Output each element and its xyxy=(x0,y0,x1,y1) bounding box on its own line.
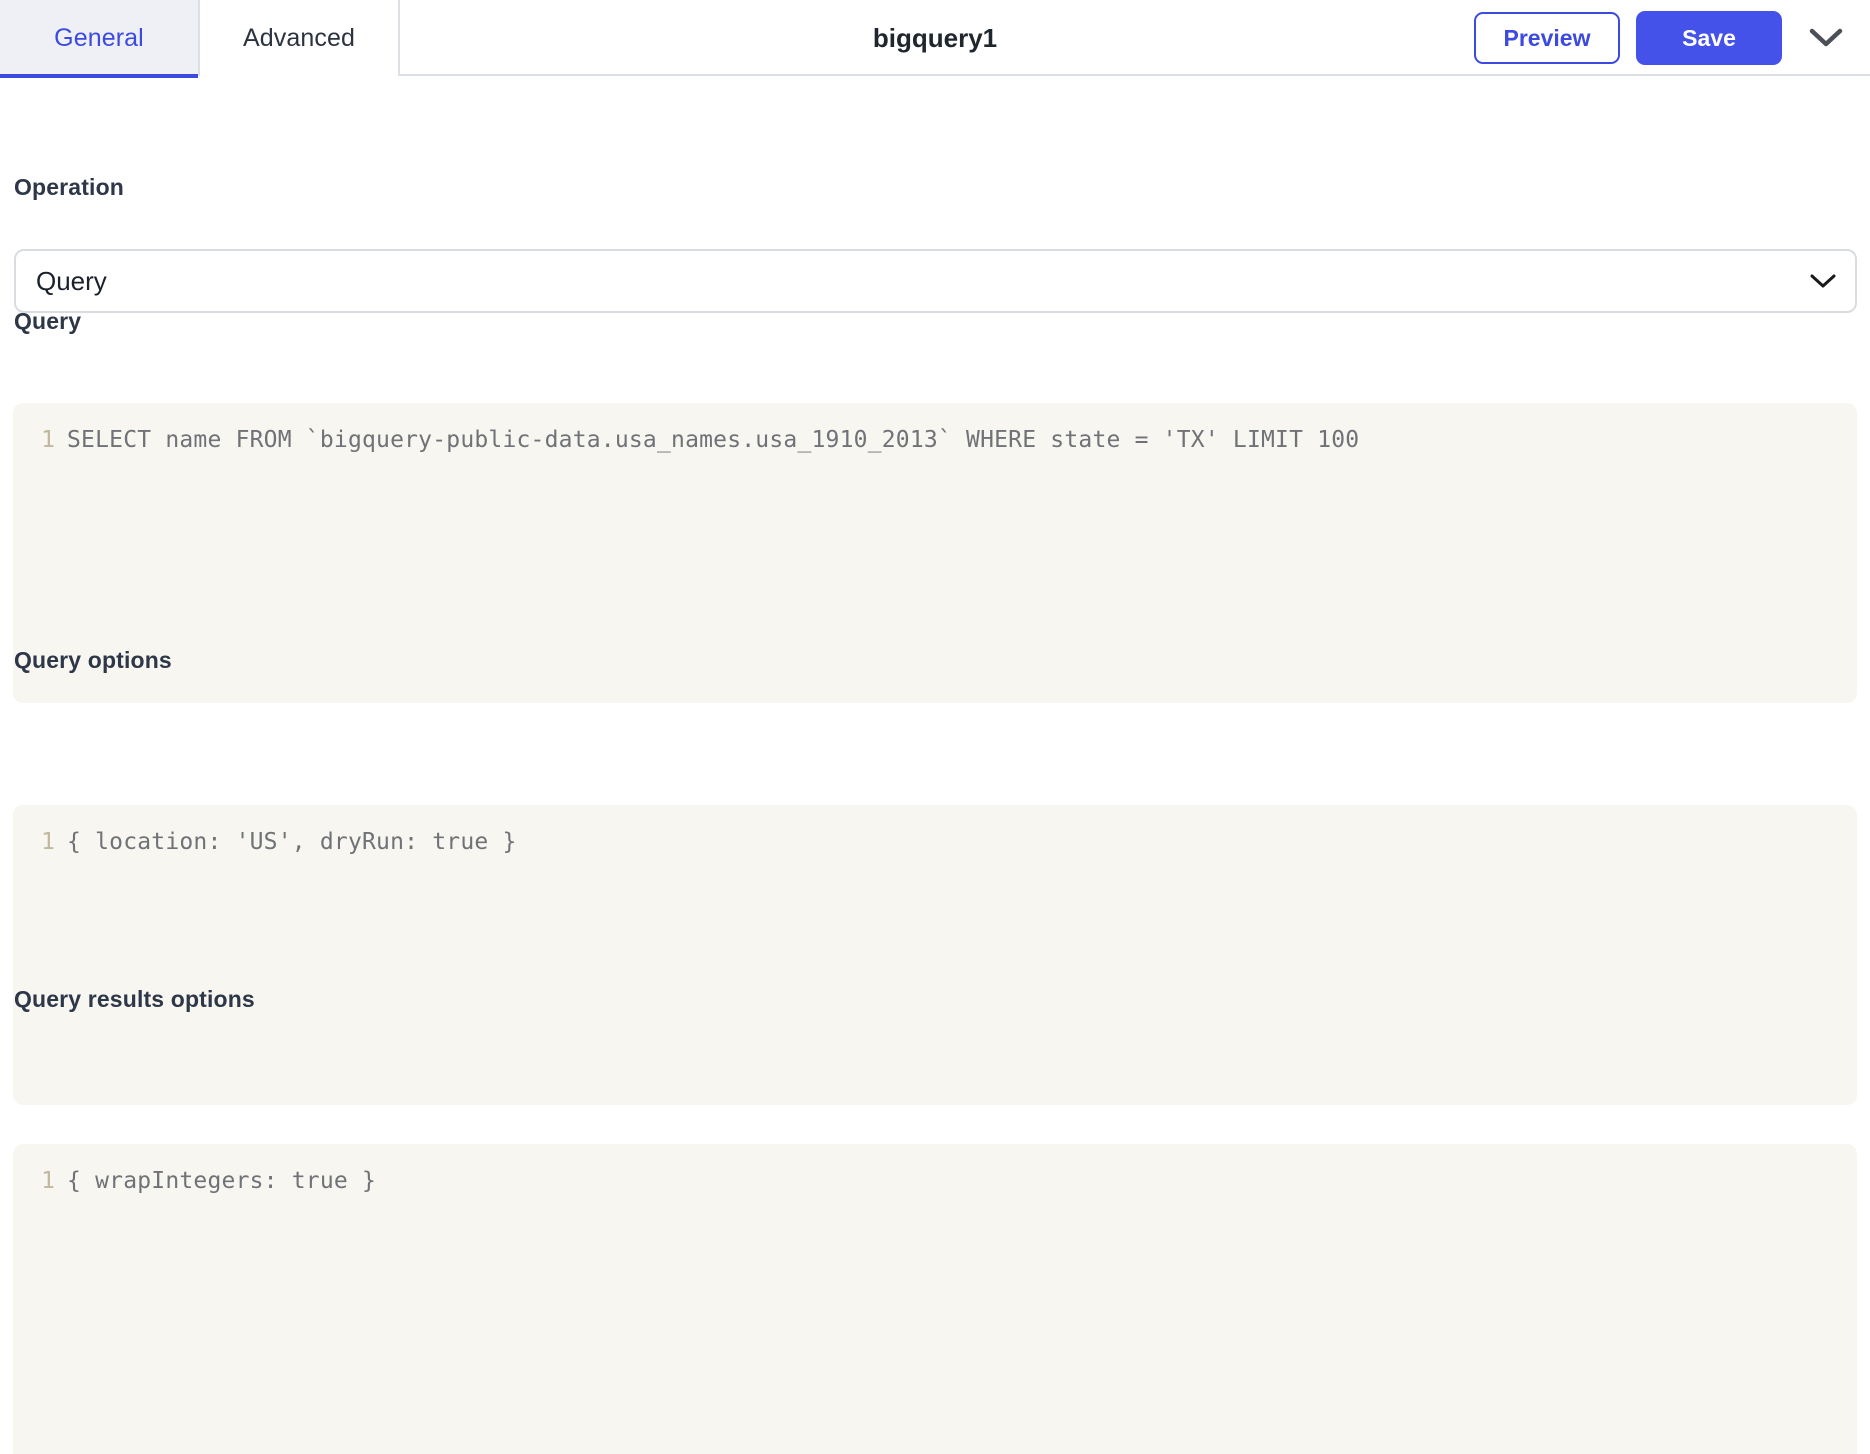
query-options-code-text: { location: 'US', dryRun: true } xyxy=(67,829,517,855)
line-number: 1 xyxy=(41,1168,55,1194)
node-header: General Advanced bigquery1 Preview Save xyxy=(0,0,1870,78)
code-line: 1 { wrapIntegers: true } xyxy=(13,1164,1857,1198)
query-results-options-code-editor[interactable]: 1 { wrapIntegers: true } xyxy=(13,1144,1857,1454)
operation-label: Operation xyxy=(14,174,124,200)
save-button-label: Save xyxy=(1682,24,1736,51)
line-number: 1 xyxy=(41,829,55,855)
tab-general-label: General xyxy=(54,23,144,52)
tab-advanced[interactable]: Advanced xyxy=(200,0,400,76)
line-number: 1 xyxy=(41,427,55,453)
collapse-panel-button[interactable] xyxy=(1798,10,1854,66)
query-label: Query xyxy=(14,308,82,334)
operation-select-value: Query xyxy=(36,265,107,296)
preview-button-label: Preview xyxy=(1503,24,1591,51)
query-results-options-code-text: { wrapIntegers: true } xyxy=(67,1168,377,1194)
query-results-options-label: Query results options xyxy=(14,986,255,1012)
header-actions: Preview Save xyxy=(1474,0,1854,76)
code-line: 1 SELECT name FROM `bigquery-public-data… xyxy=(13,423,1857,457)
chevron-down-icon xyxy=(1791,273,1855,289)
operation-select[interactable]: Query xyxy=(14,249,1857,313)
query-options-label: Query options xyxy=(14,647,172,673)
preview-button[interactable]: Preview xyxy=(1474,12,1620,64)
code-line: 1 { location: 'US', dryRun: true } xyxy=(13,825,1857,859)
chevron-down-icon xyxy=(1809,27,1843,49)
query-code-editor[interactable]: 1 SELECT name FROM `bigquery-public-data… xyxy=(13,403,1857,703)
tab-bar: General Advanced xyxy=(0,0,400,78)
save-button[interactable]: Save xyxy=(1636,11,1782,65)
query-code-text: SELECT name FROM `bigquery-public-data.u… xyxy=(67,427,1360,453)
tab-general[interactable]: General xyxy=(0,0,200,78)
tab-advanced-label: Advanced xyxy=(243,23,355,52)
query-options-code-editor[interactable]: 1 { location: 'US', dryRun: true } xyxy=(13,805,1857,1105)
